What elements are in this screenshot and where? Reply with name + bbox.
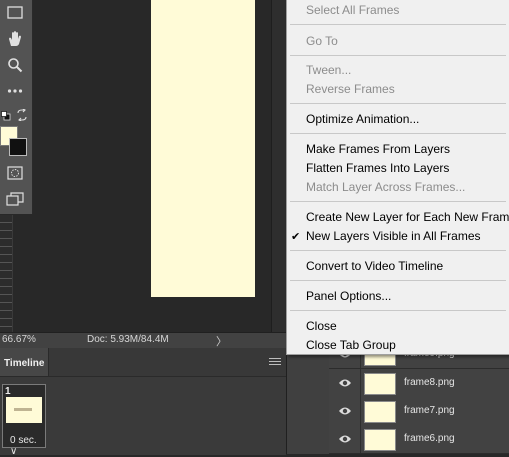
menu-separator [290,310,506,311]
layer-thumbnail [364,373,396,395]
default-colors-icon[interactable] [1,110,11,121]
menu-separator [290,201,506,202]
layer-name: frame8.png [404,377,455,388]
timeline-panel-menu: Select All Frames Go To Tween... Reverse… [286,0,509,355]
menu-item-close-tab-group[interactable]: Close Tab Group [306,338,396,352]
visibility-eye-icon[interactable] [338,405,352,417]
menu-separator [290,103,506,104]
layer-row[interactable]: frame6.png [329,425,509,454]
visibility-eye-icon[interactable] [338,433,352,445]
layer-thumbnail [364,429,396,451]
tab-timeline-label: Timeline [4,358,45,369]
layer-name: frame6.png [404,433,455,444]
zoom-level[interactable]: 66.67% [2,334,36,345]
menu-item-tween: Tween... [306,63,352,77]
frame-number: 1 [5,386,11,397]
rectangular-marquee-icon[interactable] [3,2,27,24]
menu-separator [290,250,506,251]
timeline-panel: Timeline 1 0 sec. ∨ [0,348,286,457]
status-menu-arrow-icon[interactable]: 〉 [216,333,227,349]
chevron-down-icon: ∨ [10,446,18,457]
menu-separator [290,55,506,56]
swap-colors-icon[interactable] [16,108,28,122]
menu-separator [290,133,506,134]
layers-panel-side [287,355,329,454]
tools-panel [0,0,33,214]
more-tools-icon[interactable] [3,80,27,102]
screen-mode-icon[interactable] [3,188,27,210]
menu-item-convert-to-video-timeline[interactable]: Convert to Video Timeline [306,259,443,273]
menu-item-go-to: Go To [306,34,338,48]
background-color-swatch[interactable] [9,138,27,156]
document-size: Doc: 5.93M/84.4M [87,334,169,345]
menu-item-optimize-animation[interactable]: Optimize Animation... [306,112,419,126]
frame-delay-value: 0 sec. [10,435,37,446]
document-canvas[interactable] [151,0,255,297]
hand-icon[interactable] [3,28,27,50]
layer-row[interactable]: frame8.png [329,369,509,398]
menu-item-new-layers-visible-in-all-frames[interactable]: New Layers Visible in All Frames [306,229,481,243]
layer-name: frame7.png [404,405,455,416]
menu-item-select-all-frames: Select All Frames [306,3,400,17]
menu-separator [290,24,506,25]
animation-frame[interactable]: 1 0 sec. ∨ [2,384,46,457]
menu-item-flatten-frames-into-layers[interactable]: Flatten Frames Into Layers [306,161,449,175]
vertical-ruler [0,215,13,332]
zoom-icon[interactable] [3,54,27,76]
menu-item-make-frames-from-layers[interactable]: Make Frames From Layers [306,142,450,156]
status-bar: 66.67% Doc: 5.93M/84.4M 〉 [0,332,286,348]
quick-mask-icon[interactable] [3,162,27,184]
panel-menu-icon[interactable] [269,358,281,367]
timeline-frames-area: 1 0 sec. ∨ [0,376,286,457]
menu-separator [290,280,506,281]
visibility-eye-icon[interactable] [338,377,352,389]
canvas-scrollbar[interactable] [271,0,287,332]
menu-item-panel-options[interactable]: Panel Options... [306,289,391,303]
menu-item-close[interactable]: Close [306,319,337,333]
checkmark-icon: ✔ [291,231,301,243]
layer-row[interactable]: frame7.png [329,397,509,426]
menu-item-reverse-frames: Reverse Frames [306,82,395,96]
frame-thumbnail [6,397,42,423]
menu-item-match-layer-across-frames: Match Layer Across Frames... [306,180,466,194]
menu-item-create-new-layer-for-each-new-frame[interactable]: Create New Layer for Each New Frame [306,210,509,224]
tab-timeline[interactable]: Timeline [0,348,49,376]
layer-thumbnail [364,401,396,423]
